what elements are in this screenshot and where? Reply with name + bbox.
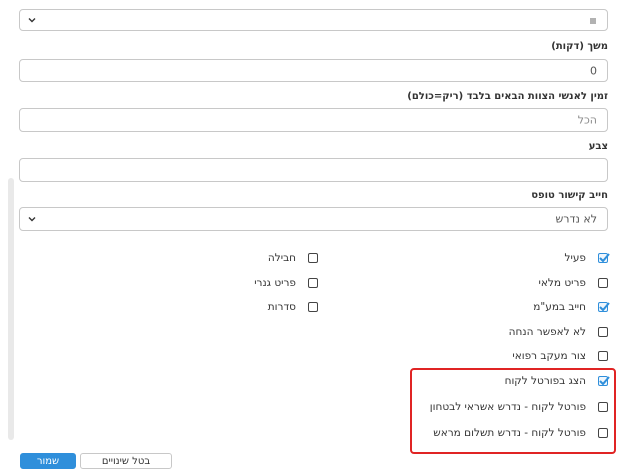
checkbox-unchecked-icon[interactable]	[308, 253, 318, 263]
checkbox-unchecked-icon[interactable]	[308, 278, 318, 288]
checkbox-label: סדרות	[267, 301, 296, 313]
checkbox-generic-item[interactable]: פריט גנרי	[254, 275, 318, 291]
save-button[interactable]: שמור	[20, 453, 76, 469]
checkbox-vat[interactable]: חייב במע"מ	[533, 299, 610, 315]
sort-icon	[590, 18, 596, 24]
checkbox-unchecked-icon[interactable]	[598, 351, 608, 361]
color-input[interactable]	[19, 158, 608, 182]
checkbox-inventory-item[interactable]: פריט מלאי	[539, 275, 608, 291]
form-link-select[interactable]: לא נדרש	[19, 207, 608, 231]
checkbox-label: לא לאפשר הנחה	[508, 326, 586, 338]
checkbox-unchecked-icon[interactable]	[598, 327, 608, 337]
next-available-input[interactable]: הכל	[19, 108, 608, 132]
top-select[interactable]	[19, 9, 608, 31]
checkbox-series[interactable]: סדרות	[268, 299, 318, 315]
checkbox-label: חייב במע"מ	[533, 301, 586, 313]
checkbox-label: פריט מלאי	[538, 277, 586, 289]
checkbox-label: חבילה	[267, 252, 296, 264]
next-available-label: זמין לאנשי הצוות הבאים בלבד (ריק=כולם)	[407, 91, 608, 102]
checkbox-label: צור מעקב רפואי	[512, 350, 586, 362]
checkbox-checked-icon[interactable]	[598, 302, 610, 312]
checkbox-unchecked-icon[interactable]	[598, 278, 608, 288]
scrollbar[interactable]	[8, 178, 14, 440]
chevron-down-icon	[28, 18, 36, 23]
highlight-box	[410, 368, 616, 454]
checkbox-label: פעיל	[564, 252, 586, 264]
checkbox-no-discount[interactable]: לא לאפשר הנחה	[509, 324, 608, 340]
duration-label: משך (דקות)	[551, 41, 608, 52]
checkbox-label: פריט גנרי	[254, 277, 296, 289]
color-label: צבע	[588, 141, 608, 152]
next-available-placeholder: הכל	[577, 113, 597, 127]
checkbox-checked-icon[interactable]	[598, 253, 610, 263]
form-link-label: חייב קישור טופס	[531, 190, 608, 201]
duration-input[interactable]: 0	[19, 59, 608, 82]
duration-value: 0	[590, 64, 597, 77]
chevron-down-icon	[28, 217, 36, 222]
checkbox-active[interactable]: פעיל	[564, 250, 610, 266]
checkbox-medical-followup[interactable]: צור מעקב רפואי	[512, 348, 608, 364]
form-link-value: לא נדרש	[555, 212, 597, 226]
cancel-changes-button[interactable]: בטל שינויים	[80, 453, 172, 469]
checkbox-unchecked-icon[interactable]	[308, 302, 318, 312]
checkbox-package[interactable]: חבילה	[268, 250, 318, 266]
